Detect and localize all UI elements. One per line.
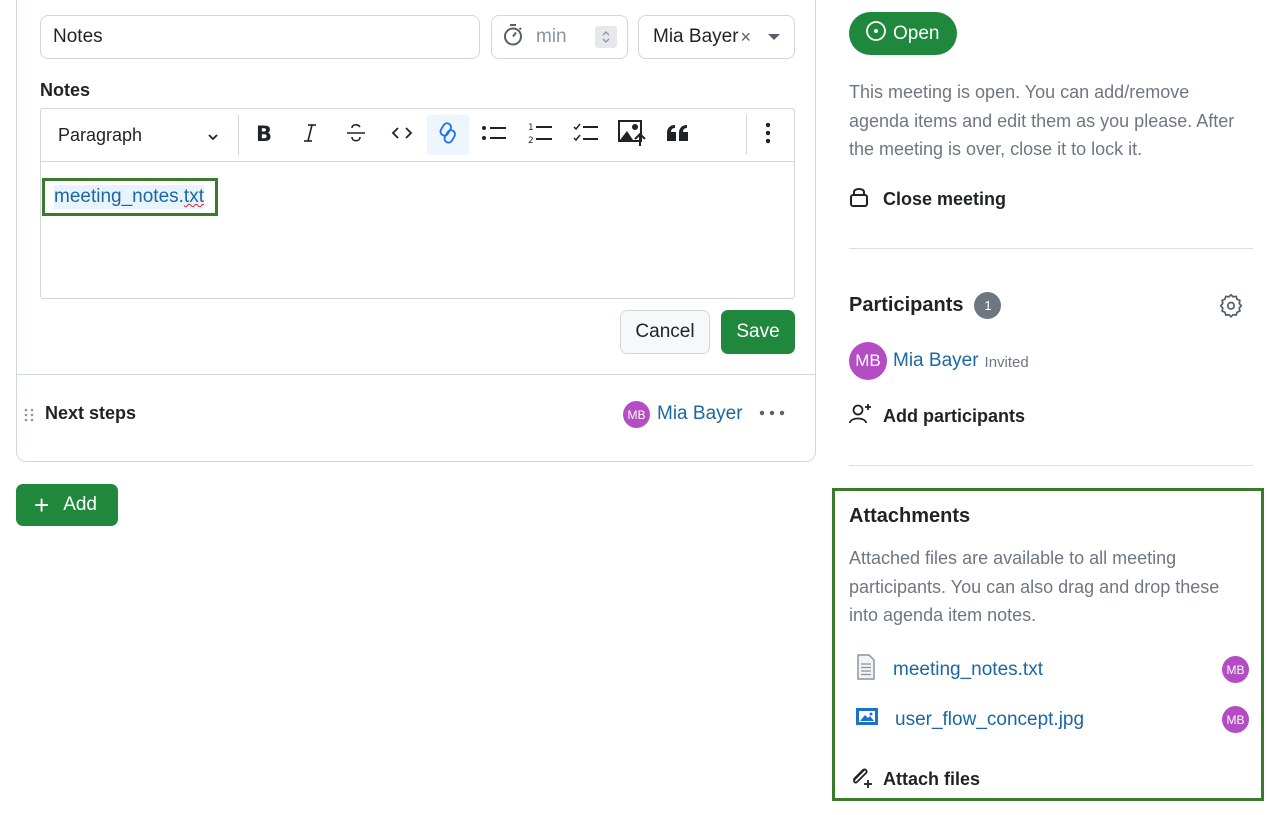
attachment-link[interactable]: meeting_notes.txt	[893, 659, 1043, 681]
italic-icon	[301, 122, 319, 149]
agenda-item-more-button[interactable]	[757, 399, 787, 427]
attachments-description: Attached files are available to all meet…	[849, 548, 1220, 625]
attachment-item: meeting_notes.txt MB	[855, 654, 1249, 685]
open-circle-icon	[865, 20, 893, 48]
attach-files-label: Attach files	[883, 769, 981, 789]
link-text: meeting_notes.	[54, 186, 184, 207]
status-description: This meeting is open. You can add/remove…	[849, 82, 1235, 159]
avatar: MB	[1222, 656, 1249, 683]
divider	[849, 465, 1253, 466]
add-participants-label: Add participants	[883, 406, 1026, 426]
add-participants-button[interactable]: Add participants	[849, 403, 1025, 430]
chevron-down-icon	[206, 128, 220, 149]
gear-icon[interactable]	[1218, 292, 1244, 323]
avatar: MB	[1222, 706, 1249, 733]
image-file-icon	[855, 707, 879, 732]
meeting-status-badge: Open	[849, 12, 957, 55]
agenda-item-row: Next steps MB Mia Bayer	[17, 395, 815, 435]
divider	[17, 374, 815, 375]
notes-label: Notes	[40, 80, 91, 100]
bulleted-list-icon	[481, 123, 507, 148]
attachment-link-in-notes[interactable]: meeting_notes.txt	[54, 185, 204, 209]
strikethrough-icon	[345, 122, 367, 149]
toolbar-more-button[interactable]	[746, 115, 788, 155]
participants-heading: Participants 1	[849, 292, 1002, 319]
save-button[interactable]: Save	[721, 310, 795, 354]
editor-toolbar: Paragraph B 1 2	[41, 109, 794, 162]
presenter-value: Mia Bayer	[653, 26, 739, 47]
agenda-title-value: Notes	[53, 26, 103, 47]
cancel-button[interactable]: Cancel	[620, 310, 710, 354]
add-label: Add	[63, 494, 97, 515]
agenda-title-input[interactable]: Notes	[40, 15, 480, 59]
highlighted-file-link: meeting_notes.txt	[42, 178, 218, 216]
avatar: MB	[623, 401, 650, 428]
link-text-misspelled: txt	[183, 186, 204, 207]
participant-item: MB Mia Bayer Invited	[849, 342, 1029, 380]
attachment-link[interactable]: user_flow_concept.jpg	[895, 709, 1084, 731]
caret-down-icon[interactable]	[768, 34, 780, 40]
plus-icon: +	[34, 490, 50, 520]
clear-presenter-icon[interactable]: ×	[741, 27, 752, 48]
attachment-item: user_flow_concept.jpg MB	[855, 706, 1249, 733]
add-agenda-item-button[interactable]: + Add	[16, 484, 118, 526]
status-label: Open	[893, 22, 940, 44]
paragraph-format-select[interactable]: Paragraph	[41, 115, 239, 155]
close-meeting-label: Close meeting	[883, 189, 1007, 209]
duration-input[interactable]: min	[491, 15, 628, 59]
image-upload-button[interactable]	[611, 115, 653, 155]
code-button[interactable]	[381, 115, 423, 155]
presenter-link[interactable]: Mia Bayer	[657, 403, 743, 425]
participant-status: Invited	[984, 354, 1029, 371]
add-person-icon	[849, 403, 883, 430]
duration-placeholder: min	[536, 26, 567, 47]
attachments-title: Attachments	[849, 505, 971, 527]
link-button[interactable]	[427, 115, 469, 155]
divider	[849, 248, 1253, 249]
strikethrough-button[interactable]	[335, 115, 377, 155]
paperclip-plus-icon	[849, 765, 883, 794]
stopwatch-icon	[502, 23, 524, 52]
notes-editor: Paragraph B 1 2 meeting_notes.txt	[40, 108, 795, 299]
italic-button[interactable]	[289, 115, 331, 155]
editor-content[interactable]: meeting_notes.txt	[41, 162, 794, 298]
numbered-list-button[interactable]: 12	[519, 115, 561, 155]
image-upload-icon	[618, 119, 646, 151]
participants-count-badge: 1	[974, 292, 1002, 319]
text-file-icon	[855, 654, 877, 685]
todo-list-icon	[573, 122, 599, 149]
avatar: MB	[849, 342, 887, 380]
numbered-list-icon: 12	[527, 121, 553, 150]
attach-files-button[interactable]: Attach files	[849, 765, 980, 794]
blockquote-button[interactable]	[657, 115, 699, 155]
drag-handle-icon[interactable]	[24, 408, 34, 427]
bold-button[interactable]: B	[243, 115, 285, 155]
paragraph-format-value: Paragraph	[58, 124, 143, 145]
close-meeting-button[interactable]: Close meeting	[849, 186, 1006, 213]
link-icon	[437, 121, 459, 150]
participants-title: Participants	[849, 294, 964, 316]
svg-text:1: 1	[528, 123, 534, 133]
todo-list-button[interactable]	[565, 115, 607, 155]
agenda-item-card: Notes min Mia Bayer × Notes Paragraph B	[16, 0, 816, 462]
blockquote-icon	[666, 124, 690, 147]
svg-text:B: B	[256, 122, 272, 144]
bulleted-list-button[interactable]	[473, 115, 515, 155]
lock-icon	[849, 186, 883, 213]
attachments-highlight-box	[832, 488, 1264, 801]
code-icon	[390, 125, 414, 146]
bold-icon: B	[254, 122, 274, 149]
participant-name-link[interactable]: Mia Bayer	[893, 350, 979, 372]
more-vertical-icon	[765, 122, 771, 149]
presenter-select[interactable]: Mia Bayer ×	[638, 15, 795, 59]
duration-spinner[interactable]	[595, 26, 617, 48]
agenda-item-title: Next steps	[45, 403, 137, 423]
svg-text:2: 2	[528, 136, 534, 145]
